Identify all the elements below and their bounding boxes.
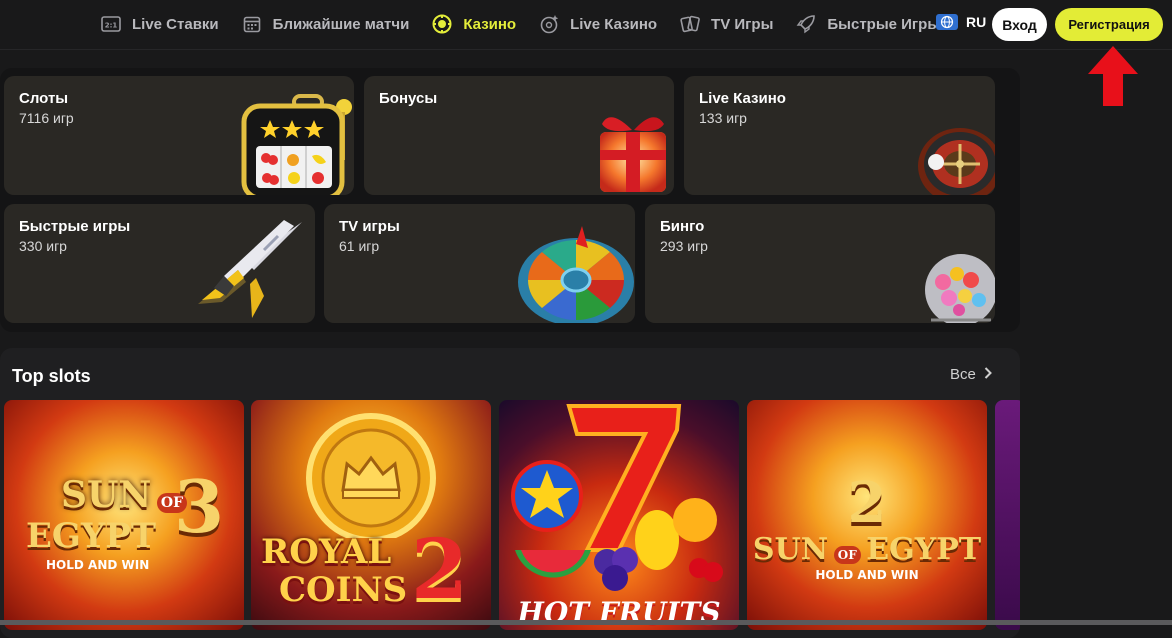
category-count: 133 игр: [699, 110, 747, 126]
slot-logo-sub: HOLD AND WIN: [46, 558, 150, 572]
live-bets-icon: 2:1: [100, 13, 122, 35]
category-bonuses[interactable]: Бонусы: [364, 76, 674, 195]
nav-fast-games-label: Быстрые Игры: [827, 15, 941, 33]
nav-tv-games[interactable]: TV Игры: [679, 13, 773, 35]
red-arrow-icon: [1088, 46, 1138, 106]
wheel-of-fortune-icon: [518, 226, 634, 323]
slot-logo-num: 2: [411, 522, 469, 618]
category-count: 7116 игр: [19, 110, 74, 126]
tv-games-icon: [679, 13, 701, 35]
slot-card-sun-of-egypt-3[interactable]: SUN OF 3 EGYPT HOLD AND WIN: [4, 400, 244, 630]
category-tv-games[interactable]: TV игры 61 игр: [324, 204, 635, 323]
slot-card-partial[interactable]: [995, 400, 1020, 630]
calendar-icon: [241, 13, 263, 35]
chevron-right-icon: [984, 366, 992, 383]
svg-text:2:1: 2:1: [105, 22, 118, 30]
nav-live-bets[interactable]: 2:1 Live Ставки: [100, 13, 219, 35]
see-all-link[interactable]: Все: [950, 366, 992, 383]
language-selector[interactable]: RU: [936, 14, 986, 30]
gold-coin-icon: [306, 413, 436, 538]
rocket-icon: [795, 13, 817, 35]
category-title: TV игры: [339, 218, 400, 235]
category-title: Быстрые игры: [19, 218, 131, 235]
slot-logo: SUN OF 3: [60, 464, 225, 549]
category-slots[interactable]: Слоты 7116 игр: [4, 76, 354, 195]
slot-machine-icon: [241, 94, 352, 195]
nav-upcoming-matches-label: Ближайшие матчи: [272, 15, 410, 33]
nav-tv-games-label: TV Игры: [711, 15, 774, 33]
category-count: 61 игр: [339, 238, 380, 254]
nav-fast-games[interactable]: Быстрые Игры: [795, 13, 940, 35]
slot-card-sun-of-egypt-2[interactable]: 2 SUN OF EGYPT HOLD AND WIN: [747, 400, 987, 630]
slot-card-royal-coins-2[interactable]: ROYAL COINS 2: [251, 400, 491, 630]
slot-card-hot-fruits-20[interactable]: HOT FRUITS 20: [499, 400, 739, 630]
category-count: 293 игр: [660, 238, 708, 254]
nav-upcoming-matches[interactable]: Ближайшие матчи: [241, 13, 410, 35]
nav-casino-label: Казино: [463, 15, 517, 33]
language-label: RU: [966, 14, 987, 30]
slot-logo-sub: HOLD AND WIN: [815, 568, 919, 582]
register-button[interactable]: Регистрация: [1055, 8, 1163, 41]
jet-plane-icon: [198, 220, 302, 318]
see-all-label: Все: [950, 366, 976, 383]
slot-logo-line2: EGYPT: [26, 516, 157, 556]
category-title: Бинго: [660, 218, 705, 235]
gift-box-icon: [600, 117, 666, 192]
bottom-scrollbar[interactable]: [0, 620, 1172, 625]
login-button[interactable]: Вход: [992, 8, 1047, 41]
nav-live-bets-label: Live Ставки: [132, 15, 219, 33]
category-live-casino[interactable]: Live Казино 133 игр: [684, 76, 995, 195]
category-title: Бонусы: [379, 90, 438, 107]
top-bar: 2:1 Live Ставки Ближайшие матчи Казино L…: [0, 0, 1172, 50]
globe-icon: [936, 14, 958, 30]
categories-panel: Слоты 7116 игр Бонусы Live Казино 133 иг…: [0, 68, 1020, 332]
top-slots-section: Top slots Все SUN OF 3 EGYPT HOLD AND WI…: [0, 348, 1020, 638]
bingo-balls-icon: [925, 254, 995, 323]
category-title: Слоты: [19, 90, 69, 107]
category-bingo[interactable]: Бинго 293 игр: [645, 204, 995, 323]
main-nav: 2:1 Live Ставки Ближайшие матчи Казино L…: [100, 0, 940, 48]
slot-logo-num: 2: [847, 470, 887, 536]
category-count: 330 игр: [19, 238, 67, 254]
category-title: Live Казино: [699, 90, 786, 107]
slot-logo: SUN OF EGYPT: [752, 532, 982, 567]
section-title: Top slots: [12, 366, 91, 386]
roulette-icon: [918, 128, 995, 195]
nav-live-casino[interactable]: Live Казино: [538, 13, 657, 35]
nav-live-casino-label: Live Казино: [570, 15, 658, 33]
nav-casino[interactable]: Казино: [431, 13, 516, 35]
live-casino-icon: [538, 13, 560, 35]
category-fast-games[interactable]: Быстрые игры 330 игр: [4, 204, 315, 323]
casino-chip-icon: [431, 13, 453, 35]
